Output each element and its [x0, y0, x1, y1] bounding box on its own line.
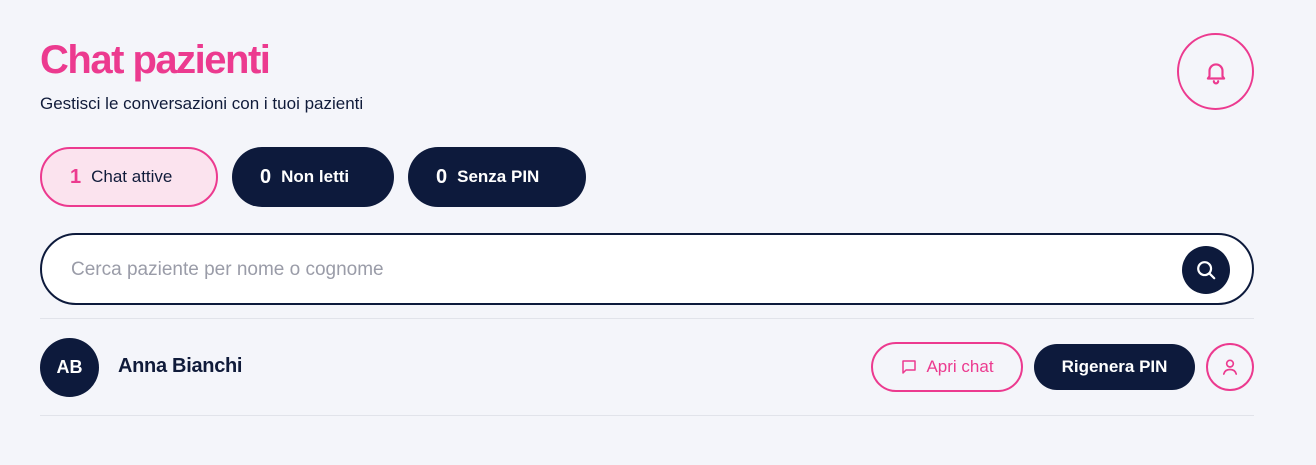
search-bar — [40, 233, 1254, 305]
chat-pazienti-page: Chat pazienti Gestisci le conversazioni … — [0, 0, 1316, 465]
notifications-button[interactable] — [1177, 33, 1254, 110]
filter-senza-pin[interactable]: 0 Senza PIN — [408, 147, 586, 207]
regenerate-pin-button[interactable]: Rigenera PIN — [1034, 344, 1195, 390]
page-title: Chat pazienti — [40, 38, 271, 82]
patient-profile-button[interactable] — [1206, 343, 1254, 391]
filter-label: Chat attive — [91, 167, 173, 186]
divider — [40, 318, 1254, 319]
open-chat-label: Apri chat — [926, 357, 994, 376]
filter-chat-attive[interactable]: 1 Chat attive — [40, 147, 218, 207]
open-chat-button[interactable]: Apri chat — [871, 342, 1023, 392]
patient-row: AB Anna Bianchi Apri chat Rigenera PIN — [40, 338, 1254, 397]
filter-count: 1 — [70, 165, 82, 188]
filter-pills: 1 Chat attive 0 Non letti 0 Senza PIN — [40, 147, 586, 207]
filter-non-letti[interactable]: 0 Non letti — [232, 147, 394, 207]
user-icon — [1222, 359, 1238, 375]
divider — [40, 415, 1254, 416]
search-input[interactable] — [71, 253, 1171, 287]
avatar: AB — [40, 338, 99, 397]
bell-icon — [1206, 62, 1225, 84]
patient-name: Anna Bianchi — [118, 355, 243, 377]
search-icon — [1197, 261, 1216, 280]
filter-label: Senza PIN — [457, 167, 540, 186]
filter-count: 0 — [436, 165, 448, 188]
filter-label: Non letti — [281, 167, 350, 186]
chat-bubble-icon — [902, 360, 917, 374]
filter-count: 0 — [260, 165, 272, 188]
regenerate-pin-label: Rigenera PIN — [1061, 357, 1168, 376]
search-button[interactable] — [1182, 246, 1230, 294]
page-subtitle: Gestisci le conversazioni con i tuoi paz… — [40, 94, 364, 113]
